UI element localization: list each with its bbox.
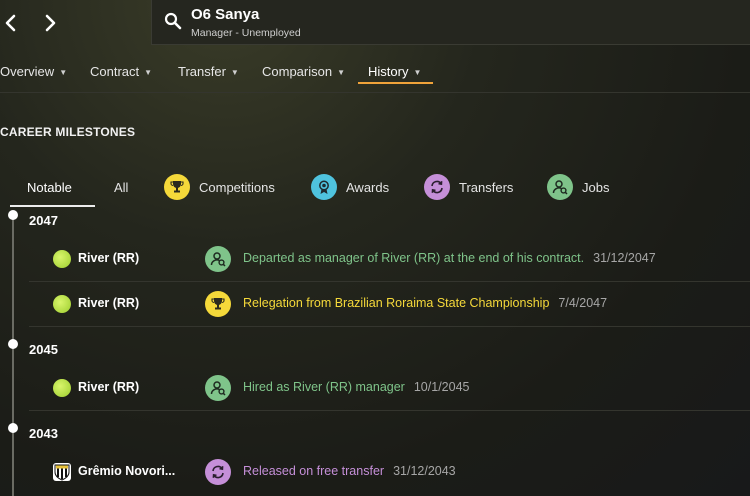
tab-overview[interactable]: Overview ▼: [0, 56, 67, 86]
filter-label: Competitions: [199, 179, 275, 195]
milestone-date: 31/12/2043: [393, 464, 456, 478]
milestone-text: Relegation from Brazilian Roraima State …: [243, 296, 607, 310]
tab-label: Transfer: [178, 63, 226, 79]
back-button[interactable]: [0, 10, 22, 36]
milestone-date: 10/1/2045: [413, 380, 470, 394]
tab-label: History: [368, 63, 409, 79]
manager-icon: [547, 174, 573, 200]
filter-jobs[interactable]: Jobs: [547, 170, 609, 204]
milestone-filters: Notable All Competitions Awards Transfer…: [0, 170, 750, 206]
milestone-date: 31/12/2047: [593, 251, 656, 265]
filter-label: Notable: [27, 179, 72, 195]
tab-contract[interactable]: Contract ▼: [90, 56, 152, 86]
filter-all[interactable]: All: [114, 170, 128, 204]
club-link[interactable]: Grêmio Novori...: [78, 464, 175, 478]
chevron-down-icon: ▼: [144, 67, 153, 77]
chevron-left-icon: [5, 14, 16, 32]
trophy-icon: [205, 291, 231, 317]
chevron-down-icon: ▼: [59, 67, 68, 77]
tab-comparison[interactable]: Comparison ▼: [262, 56, 345, 86]
filter-label: All: [114, 179, 129, 195]
club-badge-icon: [53, 463, 71, 481]
club-badge-icon: [53, 379, 71, 397]
filter-transfers[interactable]: Transfers: [424, 170, 513, 204]
filter-awards[interactable]: Awards: [311, 170, 389, 204]
tab-label: Overview: [0, 63, 55, 79]
year-heading: 2043: [29, 426, 58, 441]
milestone-row: River (RR) Relegation from Brazilian Ror…: [29, 282, 750, 326]
tab-transfer[interactable]: Transfer ▼: [178, 56, 239, 86]
manager-icon: [205, 246, 231, 272]
club-badge-icon: [53, 295, 71, 313]
active-tab-indicator: [358, 82, 433, 84]
filter-label: Transfers: [459, 179, 514, 195]
filter-notable[interactable]: Notable: [27, 170, 72, 204]
top-bar: O6 Sanya Manager - Unemployed: [0, 0, 750, 46]
milestone-row: River (RR) Departed as manager of River …: [29, 237, 750, 281]
manager-icon: [205, 375, 231, 401]
club-link[interactable]: River (RR): [78, 380, 139, 394]
medal-icon: [311, 174, 337, 200]
milestone-text: Released on free transfer 31/12/2043: [243, 464, 456, 478]
transfer-icon: [205, 459, 231, 485]
chevron-right-icon: [45, 14, 56, 32]
milestone-description: Relegation from Brazilian Roraima State …: [243, 296, 550, 310]
filter-competitions[interactable]: Competitions: [164, 170, 275, 204]
chevron-down-icon: ▼: [337, 67, 346, 77]
timeline-line: [12, 215, 14, 496]
club-link[interactable]: River (RR): [78, 251, 139, 265]
tab-label: Contract: [90, 63, 140, 79]
forward-button[interactable]: [39, 10, 61, 36]
milestone-date: 7/4/2047: [558, 296, 608, 310]
trophy-icon: [164, 174, 190, 200]
milestone-description: Hired as River (RR) manager: [243, 380, 405, 394]
timeline-dot: [8, 423, 18, 433]
active-filter-indicator: [10, 205, 95, 207]
milestone-text: Departed as manager of River (RR) at the…: [243, 251, 656, 265]
filter-label: Awards: [346, 179, 390, 195]
divider: [29, 326, 750, 327]
tab-label: Comparison: [262, 63, 333, 79]
timeline-dot: [8, 210, 18, 220]
year-heading: 2047: [29, 213, 58, 228]
milestone-row: Grêmio Novori... Released on free transf…: [29, 450, 750, 494]
transfer-icon: [424, 174, 450, 200]
club-link[interactable]: River (RR): [78, 296, 139, 310]
divider: [0, 92, 750, 93]
person-role: Manager - Unemployed: [191, 27, 301, 39]
milestone-description: Released on free transfer: [243, 464, 385, 478]
search-icon: [164, 12, 182, 30]
year-heading: 2045: [29, 342, 58, 357]
chevron-down-icon: ▼: [413, 67, 422, 77]
chevron-down-icon: ▼: [230, 67, 239, 77]
divider: [29, 410, 750, 411]
timeline-dot: [8, 339, 18, 349]
milestone-text: Hired as River (RR) manager 10/1/2045: [243, 380, 469, 394]
club-badge-icon: [53, 250, 71, 268]
milestone-row: River (RR) Hired as River (RR) manager 10…: [29, 366, 750, 410]
filter-label: Jobs: [582, 179, 610, 195]
milestone-description: Departed as manager of River (RR) at the…: [243, 251, 585, 265]
section-title: CAREER MILESTONES: [0, 125, 136, 139]
person-name: O6 Sanya: [191, 6, 260, 23]
search-box[interactable]: O6 Sanya Manager - Unemployed: [151, 0, 750, 45]
